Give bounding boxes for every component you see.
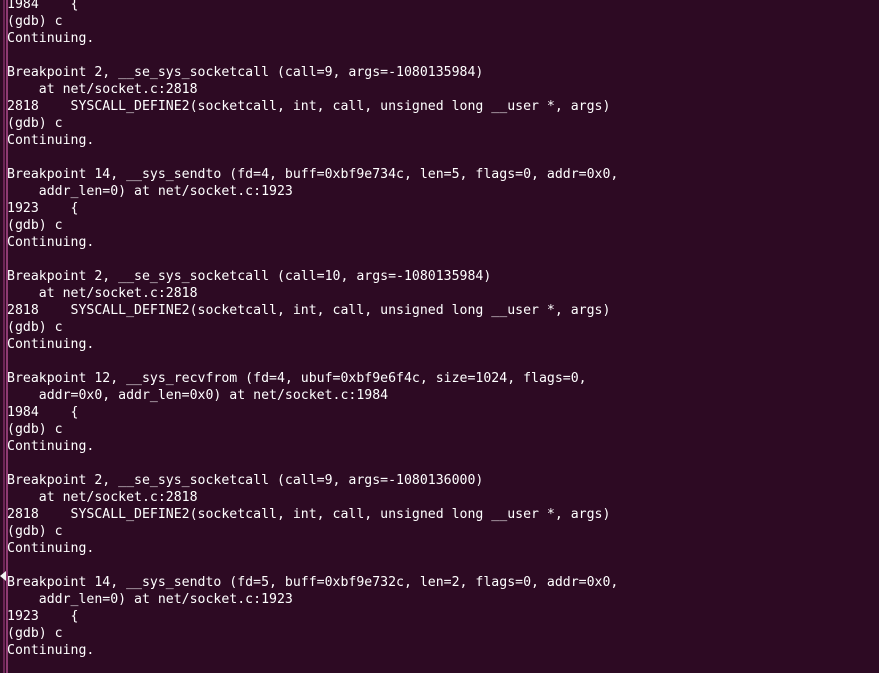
terminal-line: 2818 SYSCALL_DEFINE2(socketcall, int, ca…	[7, 507, 611, 522]
terminal-line: at net/socket.c:2818	[7, 286, 198, 301]
terminal-line: at net/socket.c:2818	[7, 490, 198, 505]
gdb-output-log[interactable]: 1984 { (gdb) c Continuing. Breakpoint 2, __…	[0, 0, 879, 659]
terminal-line: (gdb) c	[7, 116, 63, 131]
terminal-line: addr_len=0) at net/socket.c:1923	[7, 184, 293, 199]
terminal-line: Continuing.	[7, 31, 95, 46]
terminal-line: Breakpoint 14, __sys_sendto (fd=4, buff=…	[7, 167, 619, 182]
terminal-window[interactable]: 1984 { (gdb) c Continuing. Breakpoint 2, __…	[0, 0, 879, 673]
terminal-line: (gdb) c	[7, 422, 63, 437]
terminal-line: 1984 {	[7, 405, 79, 420]
terminal-line: (gdb) c	[7, 14, 63, 29]
terminal-line: Continuing.	[7, 235, 95, 250]
terminal-line: (gdb) c	[7, 218, 63, 233]
terminal-line: Continuing.	[7, 541, 95, 556]
terminal-line: Continuing.	[7, 643, 95, 658]
terminal-line: (gdb) c	[7, 626, 63, 641]
terminal-line: 2818 SYSCALL_DEFINE2(socketcall, int, ca…	[7, 99, 611, 114]
terminal-line: Breakpoint 12, __sys_recvfrom (fd=4, ubu…	[7, 371, 587, 386]
terminal-line: Breakpoint 14, __sys_sendto (fd=5, buff=…	[7, 575, 619, 590]
terminal-line: addr_len=0) at net/socket.c:1923	[7, 592, 293, 607]
terminal-line: addr=0x0, addr_len=0x0) at net/socket.c:…	[7, 388, 389, 403]
terminal-line: (gdb) c	[7, 320, 63, 335]
terminal-line: 2818 SYSCALL_DEFINE2(socketcall, int, ca…	[7, 303, 611, 318]
terminal-line: Continuing.	[7, 439, 95, 454]
terminal-line: Breakpoint 2, __se_sys_socketcall (call=…	[7, 65, 484, 80]
terminal-line: 1984 {	[7, 0, 79, 12]
terminal-line: 1923 {	[7, 609, 79, 624]
terminal-line: 1923 {	[7, 201, 79, 216]
terminal-line: at net/socket.c:2818	[7, 82, 198, 97]
terminal-line: (gdb) c	[7, 524, 63, 539]
terminal-line: Continuing.	[7, 337, 95, 352]
terminal-line: Breakpoint 2, __se_sys_socketcall (call=…	[7, 269, 492, 284]
terminal-line: Breakpoint 2, __se_sys_socketcall (call=…	[7, 473, 484, 488]
terminal-line: Continuing.	[7, 133, 95, 148]
